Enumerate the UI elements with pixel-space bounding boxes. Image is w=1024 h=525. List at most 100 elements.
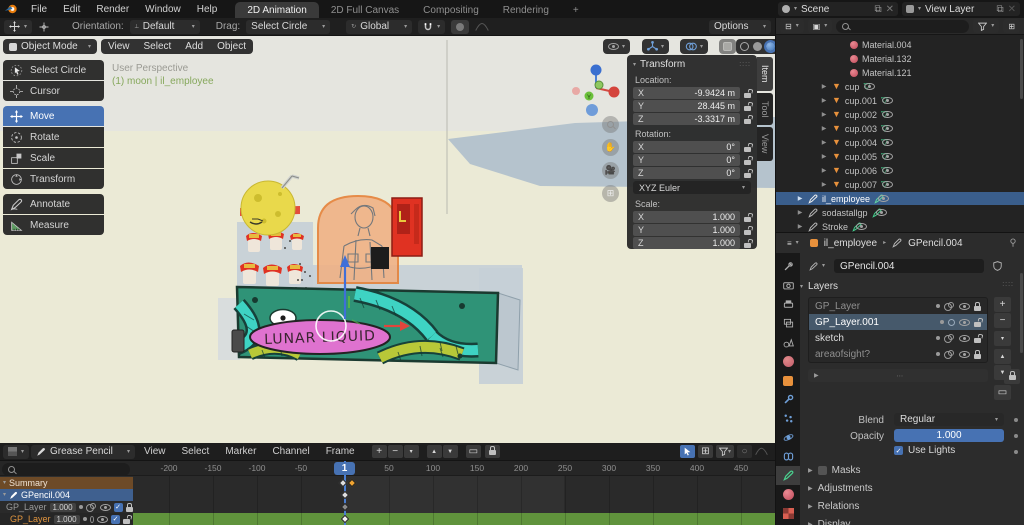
eye-icon[interactable] bbox=[959, 319, 970, 326]
remove-layer-button[interactable]: − bbox=[994, 313, 1011, 328]
outliner-row-material[interactable]: Material.004 bbox=[776, 38, 1024, 51]
outliner-row-material[interactable]: Material.121 bbox=[776, 66, 1024, 79]
menu-select[interactable]: Select bbox=[175, 446, 217, 457]
menu-frame[interactable]: Frame bbox=[319, 446, 362, 457]
lock-icon[interactable] bbox=[974, 306, 981, 311]
breadcrumb-data[interactable]: GPencil.004 bbox=[908, 238, 962, 249]
eye-icon[interactable] bbox=[959, 335, 970, 342]
animate-dot[interactable] bbox=[1014, 450, 1018, 454]
menu-view[interactable]: View bbox=[137, 446, 173, 457]
eye-icon[interactable] bbox=[878, 195, 889, 202]
expand-icon[interactable]: ▶ bbox=[820, 97, 828, 104]
eye-icon[interactable] bbox=[97, 516, 108, 523]
tool-rotate[interactable]: Rotate bbox=[3, 127, 104, 147]
dot-icon[interactable] bbox=[83, 517, 87, 521]
dot-icon[interactable] bbox=[936, 304, 940, 308]
gpencil-data-dropdown[interactable]: ▾ bbox=[804, 259, 830, 273]
eye-icon[interactable] bbox=[864, 83, 875, 90]
menu-edit[interactable]: Edit bbox=[55, 0, 88, 18]
shading-solid-icon[interactable] bbox=[753, 42, 762, 51]
sidebar-tab-view[interactable]: View bbox=[757, 127, 773, 161]
sidebar-tab-item[interactable]: Item bbox=[757, 57, 773, 91]
menu-channel[interactable]: Channel bbox=[265, 446, 316, 457]
expand-icon[interactable]: ▶ bbox=[820, 83, 828, 90]
falloff-curve-icon[interactable] bbox=[475, 22, 489, 32]
mode-dropdown[interactable]: Object Mode ▾ bbox=[3, 39, 97, 54]
collapse-icon[interactable]: ▾ bbox=[3, 492, 6, 498]
tab-output[interactable] bbox=[776, 295, 800, 314]
rotation-x-field[interactable]: X0° bbox=[633, 141, 740, 153]
dot-icon[interactable] bbox=[936, 336, 940, 340]
jump-down-button[interactable]: ▼ bbox=[443, 445, 458, 458]
scene-selector[interactable]: ▾ Scene ⧉ ✕ bbox=[778, 2, 898, 16]
eye-icon[interactable] bbox=[959, 351, 970, 358]
lock-icon[interactable] bbox=[485, 445, 500, 458]
menu-add[interactable]: Add bbox=[178, 41, 210, 52]
rotation-mode-dropdown[interactable]: XYZ Euler▾ bbox=[633, 181, 751, 194]
datablock-name-field[interactable]: GPencil.004 bbox=[834, 259, 984, 273]
rotation-y-field[interactable]: Y0° bbox=[633, 154, 740, 166]
outliner-search-field[interactable] bbox=[836, 20, 969, 33]
eye-icon[interactable] bbox=[856, 223, 867, 230]
outliner-display-mode-dropdown[interactable]: ⊟▾ bbox=[780, 19, 804, 33]
menu-select[interactable]: Select bbox=[137, 41, 179, 52]
tab-scene[interactable] bbox=[776, 333, 800, 352]
collapse-icon[interactable]: ▾ bbox=[633, 62, 636, 68]
dopesheet-mode-dropdown[interactable]: Grease Pencil ▾ bbox=[31, 445, 135, 459]
expand-icon[interactable]: ▶ bbox=[820, 153, 828, 160]
outliner-row-gpencil-selected[interactable]: ▶il_employee bbox=[776, 192, 1024, 205]
ortho-toggle-button[interactable]: ⊞ bbox=[602, 185, 619, 202]
expand-icon[interactable]: ▶ bbox=[796, 209, 804, 216]
drag-dropdown[interactable]: Select Circle ▾ bbox=[246, 20, 330, 34]
outliner-row-mesh[interactable]: ▶▼cup.001▽ bbox=[776, 94, 1024, 107]
tool-select-circle[interactable]: Select Circle bbox=[3, 60, 104, 80]
axis-neg-y-handle[interactable] bbox=[595, 81, 603, 89]
remove-view-layer-icon[interactable]: ✕ bbox=[1008, 4, 1016, 15]
expand-icon[interactable]: ▶ bbox=[820, 181, 828, 188]
unlock-icon[interactable] bbox=[974, 338, 981, 343]
checkbox-icon[interactable] bbox=[818, 466, 827, 475]
scale-y-field[interactable]: Y1.000 bbox=[633, 224, 740, 236]
tool-measure[interactable]: Measure bbox=[3, 215, 104, 235]
blend-dropdown[interactable]: Regular ▾ bbox=[894, 413, 1004, 426]
onion-skin-off-icon[interactable] bbox=[948, 319, 955, 326]
outliner-row-material[interactable]: Material.132 bbox=[776, 52, 1024, 65]
dot-icon[interactable] bbox=[940, 320, 944, 324]
dot-icon[interactable] bbox=[79, 505, 83, 509]
unlock-icon[interactable] bbox=[744, 173, 751, 178]
outliner-filter-id-dropdown[interactable]: ▣▾ bbox=[808, 19, 833, 33]
shading-wireframe-icon[interactable] bbox=[740, 42, 749, 51]
outliner-row-gpencil[interactable]: ▶Stroke bbox=[776, 220, 1024, 232]
active-tool-button[interactable]: ▾ bbox=[4, 20, 32, 34]
unlock-icon[interactable] bbox=[744, 160, 751, 165]
unlock-icon[interactable] bbox=[974, 322, 981, 327]
eye-icon[interactable] bbox=[100, 504, 111, 511]
add-workspace-button[interactable]: + bbox=[561, 2, 591, 18]
gizmo-move-icon[interactable] bbox=[38, 21, 50, 33]
viewport-3d[interactable]: LUNAR LIQUID Object Mode ▾ View Select A… bbox=[0, 36, 775, 443]
layers-panel-header[interactable]: ▾ Layers bbox=[800, 281, 838, 292]
unlock-icon[interactable] bbox=[744, 147, 751, 152]
panel-relations[interactable]: ▶ Relations bbox=[808, 501, 859, 512]
tab-modifiers[interactable] bbox=[776, 390, 800, 409]
unlock-icon[interactable] bbox=[744, 106, 751, 111]
panel-adjustments[interactable]: ▶ Adjustments bbox=[808, 483, 873, 494]
workspace-tab-2d-full-canvas[interactable]: 2D Full Canvas bbox=[319, 2, 411, 18]
eye-icon[interactable] bbox=[882, 97, 893, 104]
lock-icon[interactable] bbox=[974, 354, 981, 359]
lock-icon[interactable] bbox=[126, 507, 133, 512]
panel-drag-handle[interactable]: :::: bbox=[1002, 281, 1014, 288]
layer-specials-dropdown[interactable]: ▾ bbox=[994, 331, 1011, 346]
checkbox-icon[interactable]: ✓ bbox=[111, 515, 120, 524]
location-z-field[interactable]: Z-3.3317 m bbox=[633, 113, 740, 125]
scrollbar[interactable] bbox=[1020, 39, 1023, 99]
screen-button[interactable]: ▭ bbox=[994, 385, 1011, 400]
onion-skin-icon[interactable] bbox=[944, 350, 955, 358]
unlock-icon[interactable] bbox=[744, 93, 751, 98]
visibility-dropdown[interactable]: ▾ bbox=[603, 39, 630, 54]
new-scene-icon[interactable]: ⧉ bbox=[874, 4, 881, 15]
view-layer-selector[interactable]: ▾ View Layer ⧉ ✕ bbox=[902, 2, 1020, 16]
shading-material-icon[interactable] bbox=[766, 42, 775, 51]
expand-icon[interactable]: ▶ bbox=[796, 223, 804, 230]
current-frame-badge[interactable]: 1 bbox=[334, 462, 355, 475]
